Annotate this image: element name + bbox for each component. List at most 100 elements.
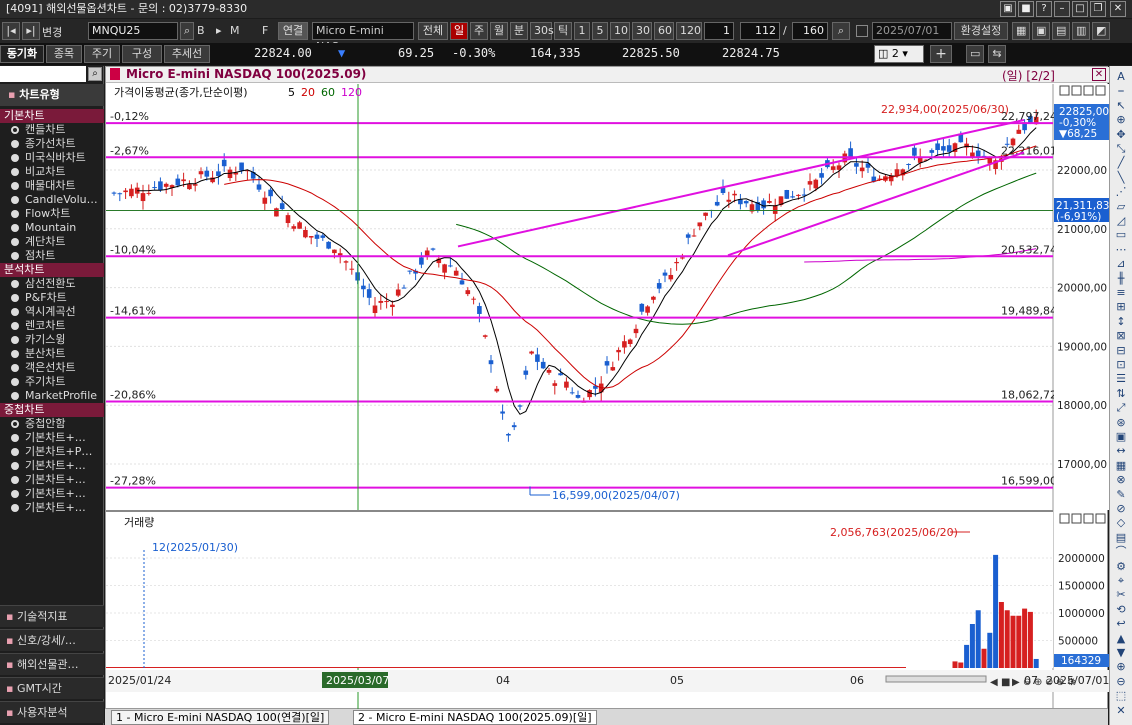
period-tick[interactable]: 틱 — [554, 22, 572, 40]
sidebar-bottom-menu[interactable]: ▪ 기술적지표 — [0, 605, 104, 627]
draw-tool-icon[interactable]: ✎ — [1113, 488, 1129, 502]
sidebar-item[interactable]: 주기차트 — [0, 375, 104, 389]
draw-tool-icon[interactable]: ⋰ — [1113, 185, 1129, 199]
draw-tool-icon[interactable]: ⌖ — [1113, 574, 1129, 588]
radio-icon[interactable] — [11, 462, 19, 470]
radio-icon[interactable] — [11, 238, 19, 246]
draw-tool-icon[interactable]: ▱ — [1113, 200, 1129, 214]
sidebar-bottom-menu[interactable]: ▪ GMT시간 — [0, 677, 104, 699]
draw-tool-icon[interactable]: ◇ — [1113, 516, 1129, 530]
scroll-control-icon[interactable]: ⊖ — [1045, 677, 1053, 688]
draw-tool-icon[interactable]: ⊿ — [1113, 257, 1129, 271]
add-icon[interactable]: + — [930, 45, 952, 63]
scroll-control-icon[interactable]: ⊕ — [1056, 677, 1064, 688]
tool-icon-4[interactable]: ▥ — [1072, 22, 1090, 40]
draw-tool-icon[interactable]: ⎯ — [1113, 84, 1129, 98]
sidebar-item[interactable]: 매물대차트 — [0, 179, 104, 193]
radio-icon[interactable] — [11, 490, 19, 498]
draw-tool-icon[interactable]: ⊠ — [1113, 329, 1129, 343]
draw-tool-icon[interactable]: ⊖ — [1113, 675, 1129, 689]
radio-icon[interactable] — [11, 182, 19, 190]
tool-icon-1[interactable]: ▦ — [1012, 22, 1030, 40]
draw-tool-icon[interactable]: ⊘ — [1113, 502, 1129, 516]
sidebar-bottom-menu[interactable]: ▪ 해외선물관… — [0, 653, 104, 675]
draw-tool-icon[interactable]: ╫ — [1113, 272, 1129, 286]
sidebar-item[interactable]: 기본차트+… — [0, 459, 104, 473]
draw-tool-icon[interactable]: ⤡ — [1113, 142, 1129, 156]
scroll-control-icon[interactable]: ⊕ — [1034, 677, 1042, 688]
swap-icon[interactable]: ⇆ — [988, 45, 1006, 63]
date-checkbox[interactable] — [856, 25, 868, 37]
radio-icon[interactable] — [11, 210, 19, 218]
sidebar-item[interactable]: 기본차트+… — [0, 431, 104, 445]
draw-tool-icon[interactable]: ✥ — [1113, 128, 1129, 142]
interval-30[interactable]: 30 — [632, 22, 652, 40]
chart-close-icon[interactable]: ✕ — [1092, 68, 1106, 81]
draw-tool-icon[interactable]: ▲ — [1113, 632, 1129, 646]
scroll-control-icon[interactable]: ▶ — [1012, 677, 1020, 688]
tool-icon-5[interactable]: ◩ — [1092, 22, 1110, 40]
draw-tool-icon[interactable]: ▭ — [1113, 228, 1129, 242]
radio-icon[interactable] — [11, 434, 19, 442]
draw-tool-icon[interactable]: ╲ — [1113, 171, 1129, 185]
tool-icon-3[interactable]: ▤ — [1052, 22, 1070, 40]
radio-icon[interactable] — [11, 140, 19, 148]
sidebar-item[interactable]: 렌코차트 — [0, 319, 104, 333]
scroll-control-icon[interactable]: ■ — [1001, 677, 1010, 688]
draw-tool-icon[interactable]: ⚙ — [1113, 560, 1129, 574]
radio-icon[interactable] — [11, 168, 19, 176]
tool-icon-2[interactable]: ▣ — [1032, 22, 1050, 40]
count-input[interactable]: 112 — [740, 22, 780, 40]
date-input[interactable]: 2025/07/01 — [872, 22, 952, 40]
window-icon-c[interactable]: ? — [1036, 1, 1052, 17]
sidebar-item[interactable]: CandleVolu… — [0, 193, 104, 207]
draw-tool-icon[interactable]: ⊛ — [1113, 416, 1129, 430]
sidebar-bottom-menu[interactable]: ▪ 신호/강세/… — [0, 629, 104, 651]
interval-5[interactable]: 5 — [592, 22, 608, 40]
sidebar-item[interactable]: Mountain — [0, 221, 104, 235]
interval-60[interactable]: 60 — [654, 22, 674, 40]
sidebar-item[interactable]: 삼선전환도 — [0, 277, 104, 291]
draw-tool-icon[interactable]: ╱ — [1113, 156, 1129, 170]
radio-icon[interactable] — [11, 196, 19, 204]
scroll-control-icon[interactable]: ⚙ — [1067, 677, 1076, 688]
sidebar-item[interactable]: 분산차트 — [0, 347, 104, 361]
interval-10[interactable]: 10 — [610, 22, 630, 40]
draw-tool-icon[interactable]: A — [1113, 70, 1129, 84]
draw-tool-icon[interactable]: ✂ — [1113, 588, 1129, 602]
item-tab[interactable]: 종목 — [46, 45, 82, 63]
draw-tool-icon[interactable]: ⊗ — [1113, 473, 1129, 487]
sidebar-search-input[interactable] — [0, 66, 86, 82]
layout-select[interactable]: ◫ 2 ▾ — [874, 45, 924, 63]
period-30s[interactable]: 30s — [530, 22, 554, 40]
panel-expand-icon[interactable]: ▸| — [22, 22, 40, 40]
sidebar-bottom-menu[interactable]: ▪ 사용자분석 — [0, 701, 104, 723]
interval-1[interactable]: 1 — [574, 22, 590, 40]
period-minute[interactable]: 분 — [510, 22, 528, 40]
draw-tool-icon[interactable]: ≡ — [1113, 286, 1129, 300]
sidebar-item[interactable]: 기본차트+… — [0, 501, 104, 515]
sidebar-item[interactable]: 점차트 — [0, 249, 104, 263]
b-box-icon[interactable]: ▸ — [216, 24, 222, 37]
window-icon-b[interactable]: ■ — [1018, 1, 1034, 17]
compose-tab[interactable]: 구성 — [122, 45, 162, 63]
draw-tool-icon[interactable]: ⬚ — [1113, 689, 1129, 703]
draw-tool-icon[interactable]: ⊡ — [1113, 358, 1129, 372]
radio-icon[interactable] — [11, 154, 19, 162]
m-toggle[interactable]: M — [230, 24, 240, 37]
trendline-tab[interactable]: 추세선 — [164, 45, 210, 63]
radio-icon[interactable] — [11, 350, 19, 358]
minimize-icon[interactable]: – — [1054, 1, 1070, 17]
chart-type-header[interactable]: ▪ 차트유형 — [0, 84, 104, 106]
sidebar-item[interactable]: MarketProfile — [0, 389, 104, 403]
radio-icon[interactable] — [11, 308, 19, 316]
sidebar-item[interactable]: P&F차트 — [0, 291, 104, 305]
draw-tool-icon[interactable]: ☰ — [1113, 372, 1129, 386]
f-toggle[interactable]: F — [262, 24, 268, 37]
sidebar-item[interactable]: 기본차트+… — [0, 487, 104, 501]
sync-tab[interactable]: 동기화 — [0, 45, 44, 63]
restore-icon[interactable]: ❐ — [1090, 1, 1106, 17]
draw-tool-icon[interactable]: ↩ — [1113, 617, 1129, 631]
radio-icon[interactable] — [11, 392, 19, 400]
sidebar-item[interactable]: 계단차트 — [0, 235, 104, 249]
